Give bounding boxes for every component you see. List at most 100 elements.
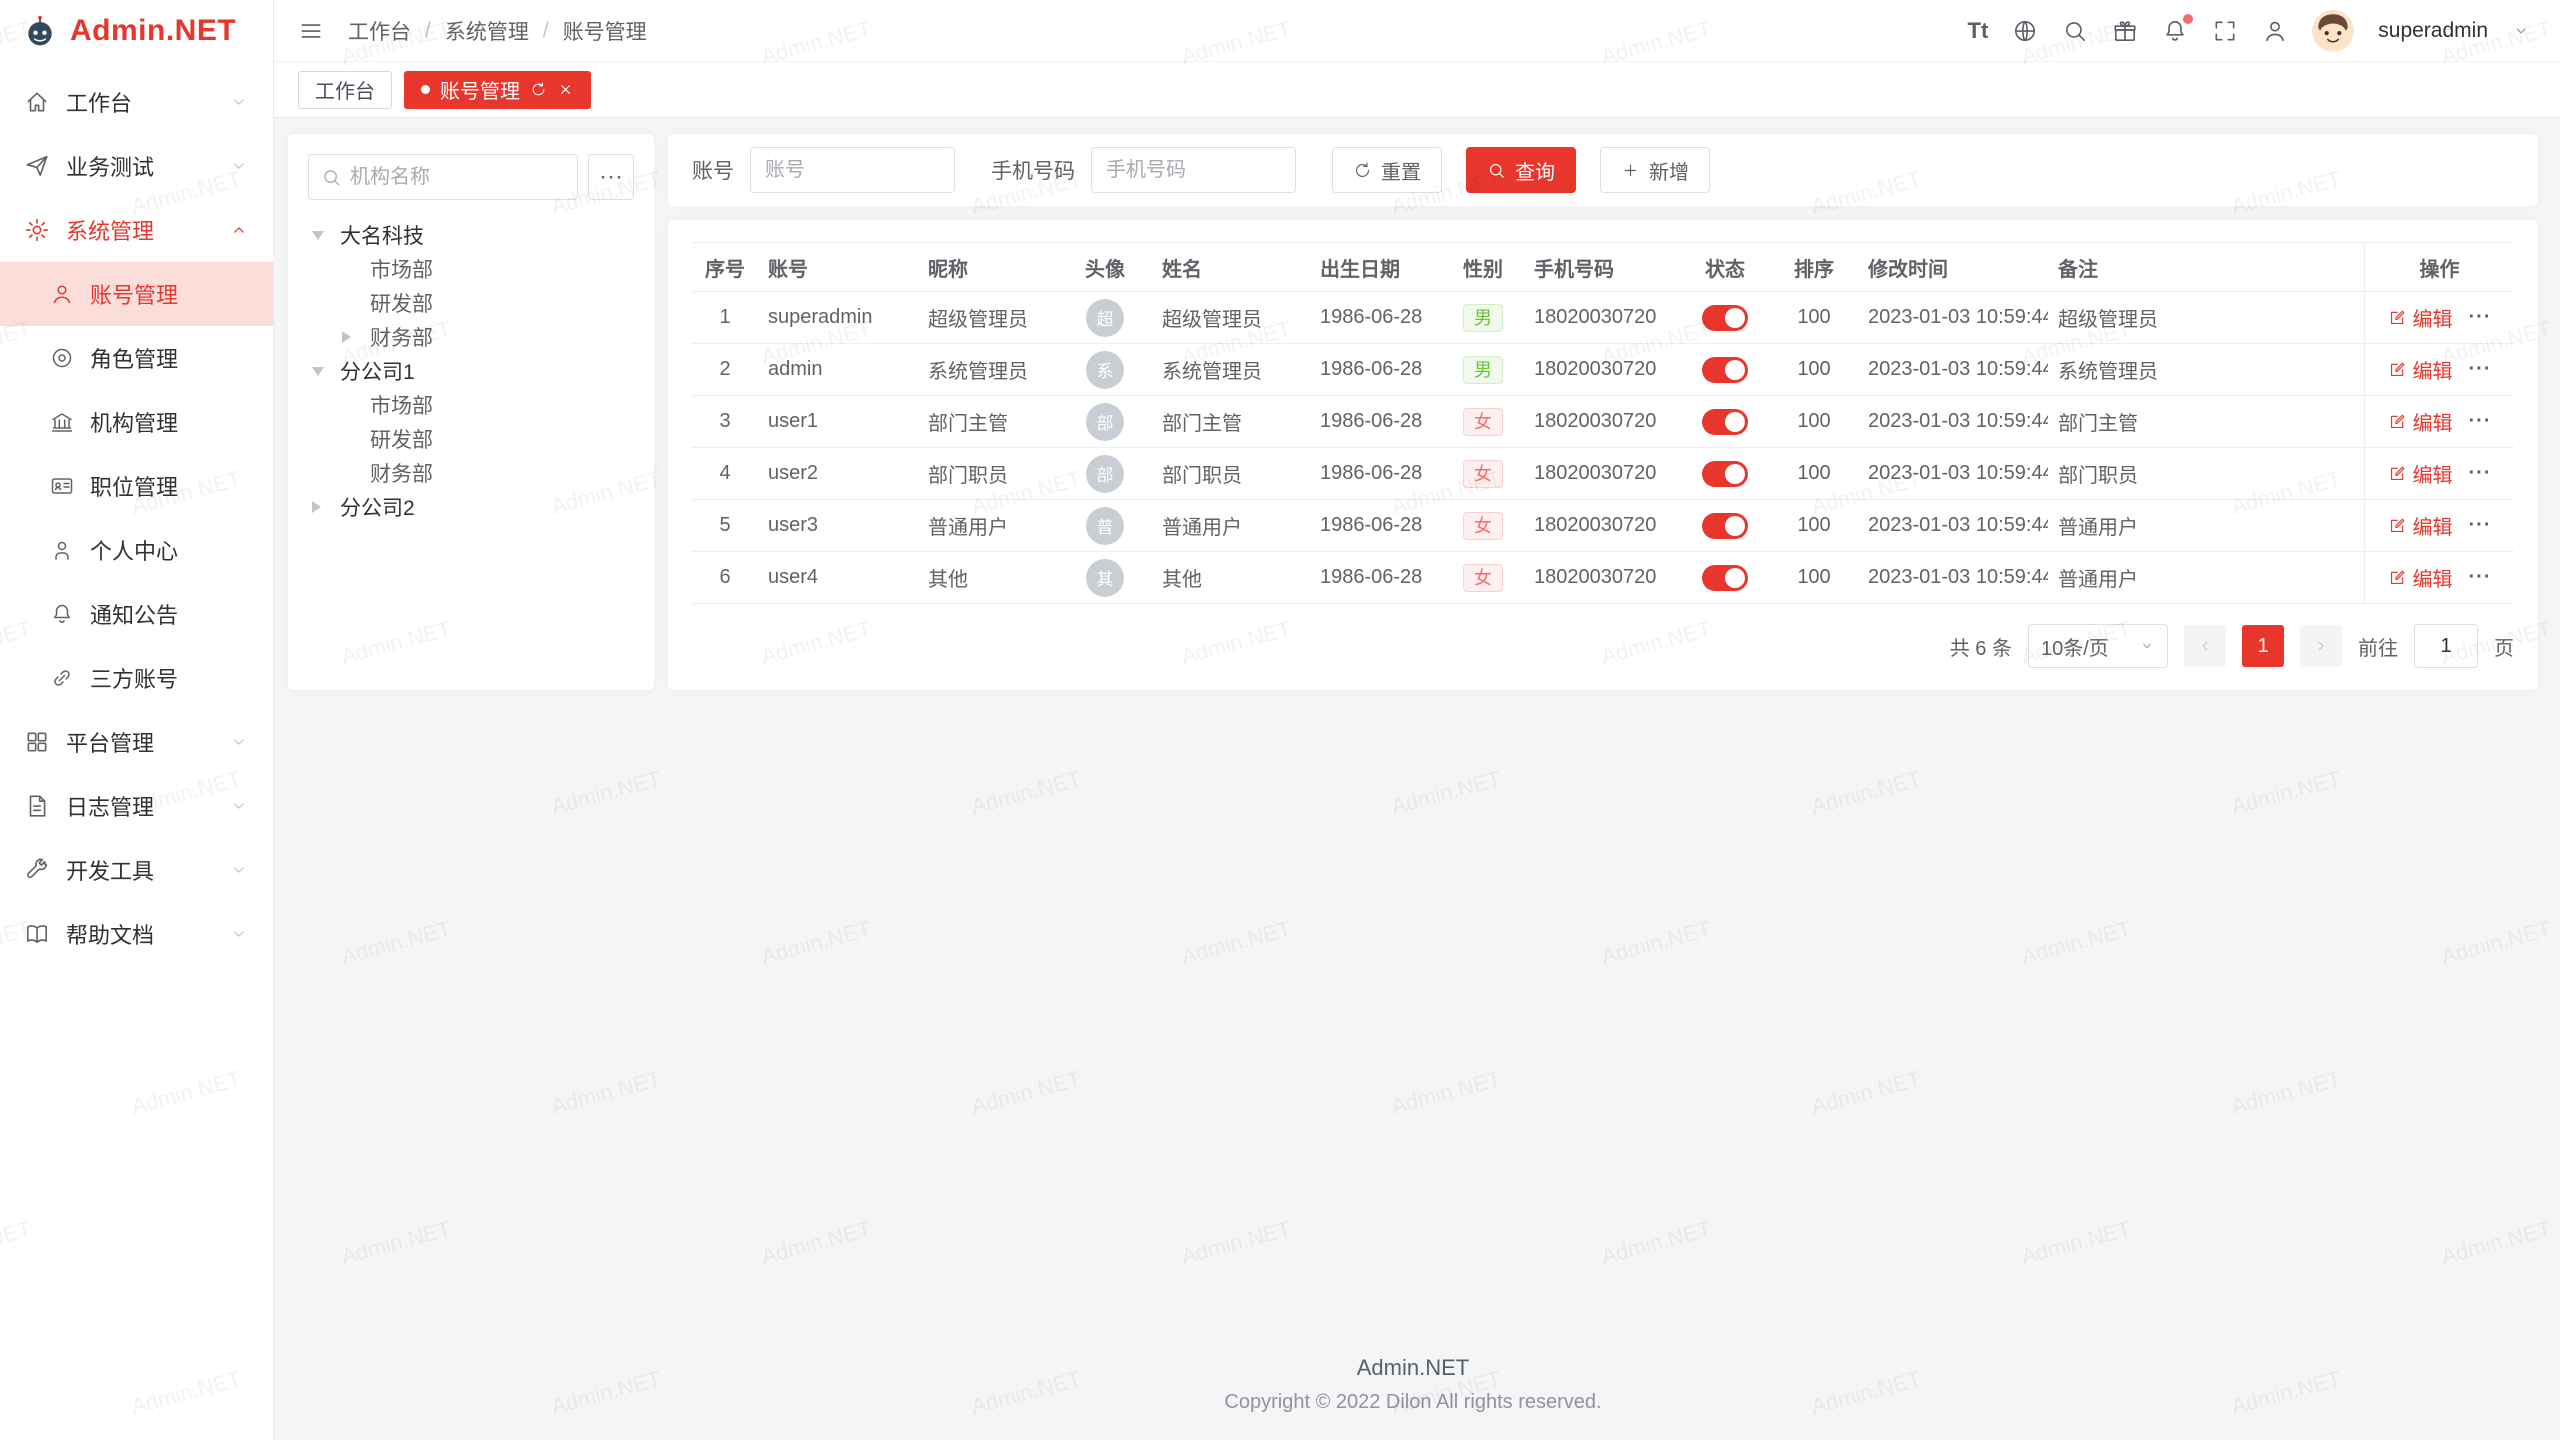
sidebar-item-notice-announcement[interactable]: 通知公告 bbox=[0, 582, 273, 646]
org-name-input[interactable] bbox=[350, 166, 565, 189]
more-actions-button[interactable]: ··· bbox=[2469, 358, 2492, 381]
caret-down-icon[interactable] bbox=[312, 367, 340, 376]
phone-input[interactable] bbox=[1091, 147, 1296, 193]
status-toggle[interactable] bbox=[1702, 565, 1748, 591]
edit-icon bbox=[2388, 308, 2407, 327]
table-row: 4 user2 部门职员 部 部门职员 1986-06-28 女 1802003… bbox=[692, 448, 2514, 500]
row-avatar: 部 bbox=[1086, 455, 1124, 493]
goto-page-input[interactable] bbox=[2414, 624, 2478, 668]
status-toggle[interactable] bbox=[1702, 513, 1748, 539]
column-header: 手机号码 bbox=[1524, 243, 1680, 291]
edit-button[interactable]: 编辑 bbox=[2388, 355, 2453, 384]
close-icon[interactable] bbox=[557, 81, 574, 98]
sidebar-item-third-party-account[interactable]: 三方账号 bbox=[0, 646, 273, 710]
breadcrumb-item-account-management[interactable]: 账号管理 bbox=[563, 16, 647, 46]
tree-node[interactable]: 研发部 bbox=[308, 286, 634, 320]
font-size-icon[interactable]: Tt bbox=[1968, 18, 1989, 44]
home-icon bbox=[24, 89, 50, 115]
status-toggle[interactable] bbox=[1702, 305, 1748, 331]
page-size-select[interactable]: 10条/页 bbox=[2028, 624, 2168, 668]
caret-right-icon[interactable] bbox=[312, 501, 340, 513]
edit-button[interactable]: 编辑 bbox=[2388, 407, 2453, 436]
language-icon[interactable] bbox=[2012, 18, 2038, 44]
edit-button[interactable]: 编辑 bbox=[2388, 303, 2453, 332]
tree-node[interactable]: 分公司1 bbox=[308, 354, 634, 388]
tree-node[interactable]: 大名科技 bbox=[308, 218, 634, 252]
user-icon[interactable] bbox=[2262, 18, 2288, 44]
chevron-down-icon bbox=[2139, 638, 2155, 654]
more-actions-button[interactable]: ··· bbox=[2469, 566, 2492, 589]
status-toggle[interactable] bbox=[1702, 461, 1748, 487]
account-input[interactable] bbox=[750, 147, 955, 193]
search-button[interactable]: 查询 bbox=[1466, 147, 1576, 193]
sidebar-item-log-management[interactable]: 日志管理 bbox=[0, 774, 273, 838]
gift-icon[interactable] bbox=[2112, 18, 2138, 44]
more-actions-button[interactable]: ··· bbox=[2469, 514, 2492, 537]
notifications-button[interactable] bbox=[2162, 18, 2188, 44]
status-toggle[interactable] bbox=[1702, 409, 1748, 435]
sidebar-item-position-management[interactable]: 职位管理 bbox=[0, 454, 273, 518]
column-header: 姓名 bbox=[1152, 243, 1310, 291]
sidebar-item-dev-tools[interactable]: 开发工具 bbox=[0, 838, 273, 902]
row-avatar: 普 bbox=[1086, 507, 1124, 545]
sidebar-item-platform-management[interactable]: 平台管理 bbox=[0, 710, 273, 774]
column-header: 账号 bbox=[758, 243, 918, 291]
account-label: 账号 bbox=[692, 155, 734, 185]
column-header: 排序 bbox=[1770, 243, 1858, 291]
tree-node[interactable]: 市场部 bbox=[308, 388, 634, 422]
tree-node[interactable]: 市场部 bbox=[308, 252, 634, 286]
gender-tag: 女 bbox=[1463, 512, 1503, 540]
caret-down-icon[interactable] bbox=[312, 231, 340, 240]
user-avatar[interactable] bbox=[2312, 10, 2354, 52]
edit-button[interactable]: 编辑 bbox=[2388, 511, 2453, 540]
more-actions-button[interactable]: ··· bbox=[2469, 462, 2492, 485]
chevron-down-icon bbox=[229, 732, 249, 752]
chevron-down-icon[interactable] bbox=[2512, 22, 2530, 40]
grid-icon bbox=[24, 729, 50, 755]
sidebar-item-system-management[interactable]: 系统管理 bbox=[0, 198, 273, 262]
sidebar-item-role-management[interactable]: 角色管理 bbox=[0, 326, 273, 390]
breadcrumb-item-workbench[interactable]: 工作台 bbox=[348, 16, 411, 46]
org-more-button[interactable]: ··· bbox=[588, 154, 634, 200]
accounts-table-card: 序号 账号 昵称 头像 姓名 出生日期 性别 手机号码 状态 排序 修改时间 备… bbox=[668, 220, 2538, 690]
tree-node[interactable]: 研发部 bbox=[308, 422, 634, 456]
breadcrumb-separator: / bbox=[425, 19, 431, 43]
sidebar-item-business-test[interactable]: 业务测试 bbox=[0, 134, 273, 198]
sidebar-item-account-management[interactable]: 账号管理 bbox=[0, 262, 273, 326]
tree-node[interactable]: 财务部 bbox=[308, 456, 634, 490]
fullscreen-icon[interactable] bbox=[2212, 18, 2238, 44]
gender-tag: 男 bbox=[1463, 356, 1503, 384]
prev-page-button[interactable] bbox=[2184, 625, 2226, 667]
sidebar-item-help-docs[interactable]: 帮助文档 bbox=[0, 902, 273, 966]
page-unit-label: 页 bbox=[2494, 632, 2514, 661]
more-actions-button[interactable]: ··· bbox=[2469, 306, 2492, 329]
tab-workbench[interactable]: 工作台 bbox=[298, 71, 392, 109]
chevron-down-icon bbox=[229, 156, 249, 176]
edit-button[interactable]: 编辑 bbox=[2388, 459, 2453, 488]
tabs-bar: 工作台 账号管理 bbox=[274, 62, 2560, 118]
refresh-icon[interactable] bbox=[530, 81, 547, 98]
tab-account-management[interactable]: 账号管理 bbox=[404, 71, 591, 109]
breadcrumb-item-system-management[interactable]: 系统管理 bbox=[445, 16, 529, 46]
more-actions-button[interactable]: ··· bbox=[2469, 410, 2492, 433]
sidebar-menu: 工作台 业务测试 系统管理 账号管理 角色管理 bbox=[0, 62, 273, 966]
edit-icon bbox=[2388, 360, 2407, 379]
status-toggle[interactable] bbox=[1702, 357, 1748, 383]
reset-button[interactable]: 重置 bbox=[1332, 147, 1442, 193]
menu-toggle-icon[interactable] bbox=[298, 18, 324, 44]
page-number-button[interactable]: 1 bbox=[2242, 625, 2284, 667]
caret-right-icon[interactable] bbox=[342, 331, 370, 343]
search-icon[interactable] bbox=[2062, 18, 2088, 44]
sidebar-item-org-management[interactable]: 机构管理 bbox=[0, 390, 273, 454]
table-row: 1 superadmin 超级管理员 超 超级管理员 1986-06-28 男 … bbox=[692, 292, 2514, 344]
app-logo[interactable]: Admin.NET bbox=[0, 0, 273, 62]
edit-button[interactable]: 编辑 bbox=[2388, 563, 2453, 592]
sidebar-item-personal-center[interactable]: 个人中心 bbox=[0, 518, 273, 582]
add-button[interactable]: 新增 bbox=[1600, 147, 1710, 193]
next-page-button[interactable] bbox=[2300, 625, 2342, 667]
link-icon bbox=[50, 666, 74, 690]
tree-node[interactable]: 财务部 bbox=[308, 320, 634, 354]
tree-node[interactable]: 分公司2 bbox=[308, 490, 634, 524]
username[interactable]: superadmin bbox=[2378, 19, 2488, 43]
sidebar-item-workbench[interactable]: 工作台 bbox=[0, 70, 273, 134]
